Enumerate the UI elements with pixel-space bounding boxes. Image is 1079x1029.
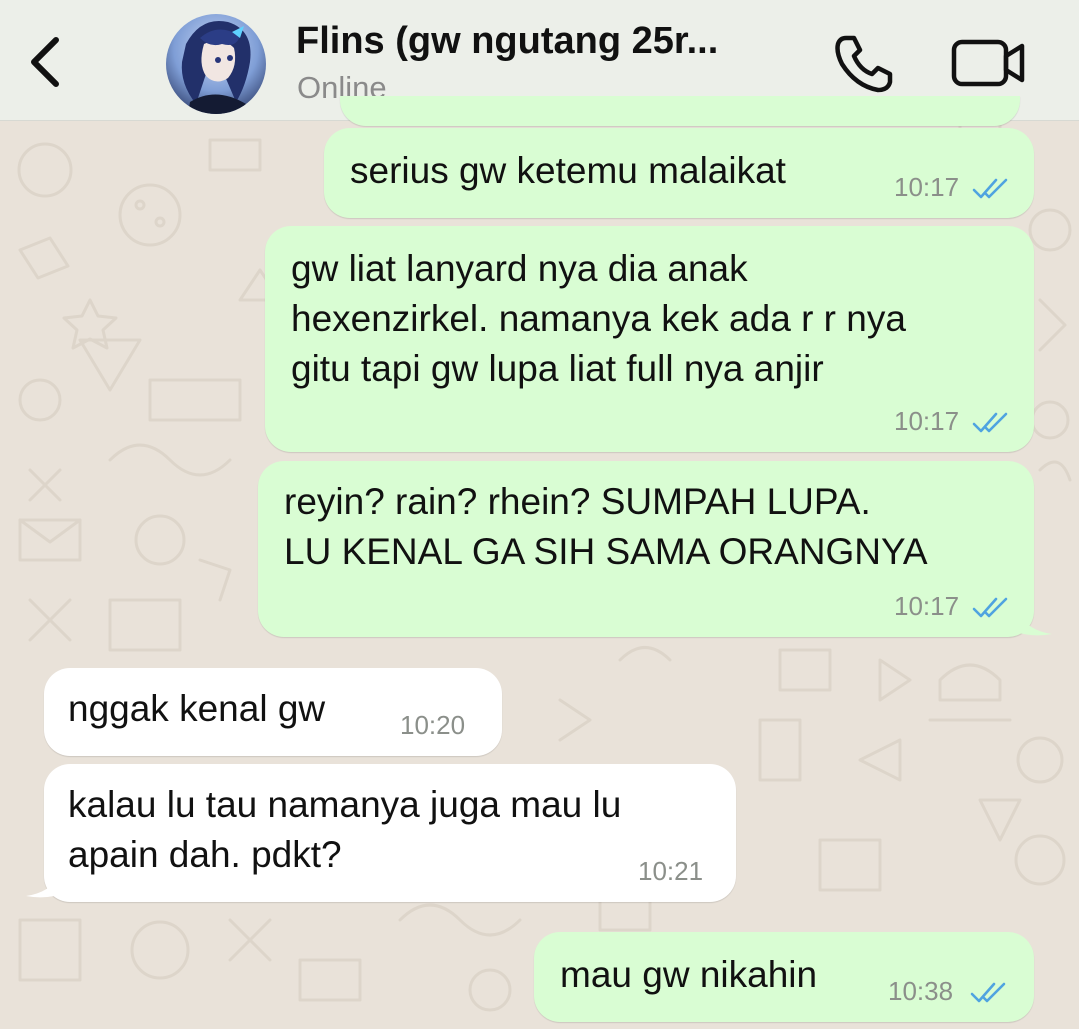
- avatar-image: [166, 14, 266, 114]
- phone-icon: [835, 35, 893, 93]
- voice-call-button[interactable]: [832, 32, 894, 94]
- message-time: 10:20: [400, 710, 466, 740]
- message-time: 10:17: [894, 172, 960, 202]
- message-text: kalau lu tau namanya juga mau lu apain d…: [68, 784, 622, 875]
- message-time: 10:17: [894, 406, 960, 436]
- double-check-icon: [972, 412, 1008, 433]
- bubble-tail: [26, 862, 68, 898]
- message-text: serius gw ketemu malaikat: [350, 150, 786, 191]
- back-button[interactable]: [22, 32, 72, 92]
- message-time: 10:17: [894, 591, 960, 621]
- message-text: mau gw nikahin: [560, 954, 818, 995]
- message-text: reyin? rain? rhein? SUMPAH LUPA. LU KENA…: [284, 481, 928, 572]
- message-text: gw liat lanyard nya dia anak hexenzirkel…: [291, 248, 906, 389]
- chevron-left-icon: [31, 37, 59, 87]
- contact-avatar[interactable]: [166, 14, 266, 114]
- message-bubble[interactable]: mau gw nikahin 10:38: [534, 932, 1034, 1022]
- double-check-icon: [972, 178, 1008, 199]
- message-bubble[interactable]: nggak kenal gw 10:20: [44, 668, 502, 756]
- message-time: 10:38: [888, 976, 954, 1006]
- message-bubble[interactable]: serius gw ketemu malaikat 10:17: [324, 128, 1034, 218]
- video-call-button[interactable]: [950, 36, 1028, 90]
- double-check-icon: [970, 982, 1006, 1003]
- message-bubble-partial: [340, 96, 1020, 126]
- double-check-icon: [972, 597, 1008, 618]
- message-text: nggak kenal gw: [68, 688, 326, 729]
- contact-name[interactable]: Flins (gw ngutang 25r...: [296, 20, 808, 63]
- message-bubble[interactable]: reyin? rain? rhein? SUMPAH LUPA. LU KENA…: [258, 461, 1034, 637]
- message-time: 10:21: [638, 856, 704, 886]
- video-camera-icon: [951, 39, 1025, 87]
- message-bubble[interactable]: kalau lu tau namanya juga mau lu apain d…: [44, 764, 736, 902]
- bubble-tail: [1010, 600, 1052, 636]
- message-bubble[interactable]: gw liat lanyard nya dia anak hexenzirkel…: [265, 226, 1034, 452]
